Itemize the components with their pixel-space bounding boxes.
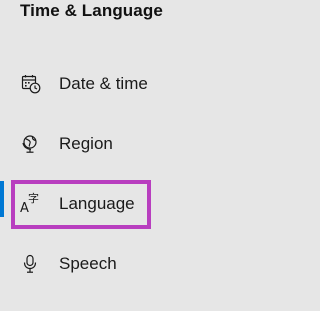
calendar-clock-icon bbox=[20, 73, 42, 95]
language-icon: A 字 bbox=[20, 192, 44, 217]
sidebar-item-label: Date & time bbox=[59, 74, 148, 93]
sidebar-item-label: Language bbox=[59, 194, 135, 213]
language-icon-cjk-glyph: 字 bbox=[28, 192, 39, 205]
sidebar-item-label: Speech bbox=[59, 254, 117, 273]
sidebar-item-label: Region bbox=[59, 134, 113, 153]
page-title: Time & Language bbox=[20, 1, 163, 20]
sidebar-item-speech[interactable]: Speech bbox=[0, 244, 249, 284]
globe-icon bbox=[20, 133, 42, 155]
microphone-icon bbox=[20, 253, 42, 275]
sidebar-item-language[interactable]: A 字 Language bbox=[0, 184, 249, 224]
sidebar-item-date-time[interactable]: Date & time bbox=[0, 64, 249, 104]
sidebar-item-region[interactable]: Region bbox=[0, 124, 249, 164]
